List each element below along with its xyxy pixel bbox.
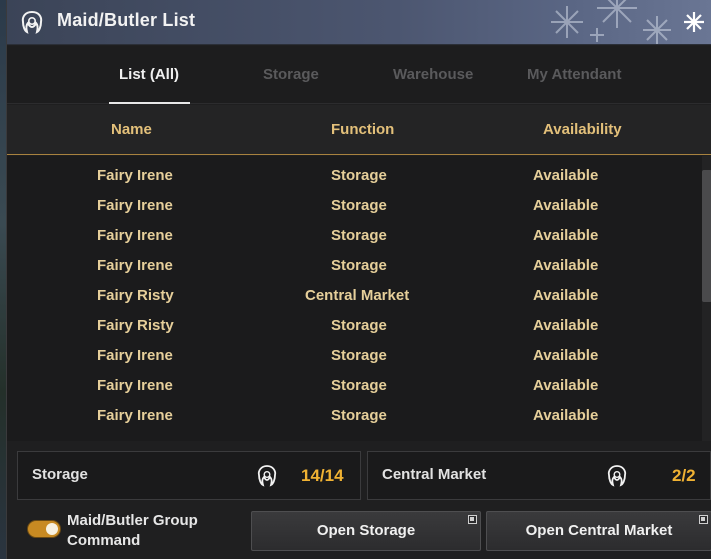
row-availability: Available — [533, 227, 599, 244]
toggle-knob — [46, 523, 58, 535]
row-name: Fairy Irene — [97, 407, 173, 424]
row-function: Storage — [331, 227, 387, 244]
market-summary-panel: Central Market 2/2 — [367, 451, 711, 500]
tab-my-attendant[interactable]: My Attendant — [527, 66, 621, 83]
row-availability: Available — [533, 317, 599, 334]
market-summary-label: Central Market — [382, 466, 487, 483]
storage-summary-label: Storage — [32, 466, 88, 483]
open-central-market-button[interactable]: Open Central Market — [486, 511, 711, 551]
row-name: Fairy Irene — [97, 347, 173, 364]
table-row[interactable]: Fairy Risty Central Market Available — [7, 281, 697, 311]
row-function: Storage — [331, 317, 387, 334]
tab-list-all[interactable]: List (All) — [119, 66, 179, 83]
table-row[interactable]: Fairy Irene Storage Available — [7, 251, 697, 281]
group-command-label: Maid/Butler Group Command — [67, 511, 227, 551]
maid-icon — [21, 10, 43, 34]
maid-list: Fairy Irene Storage Available Fairy Iren… — [7, 156, 711, 441]
table-row[interactable]: Fairy Irene Storage Available — [7, 221, 697, 251]
window-title: Maid/Butler List — [57, 10, 196, 30]
close-icon[interactable] — [680, 8, 708, 36]
column-header-function[interactable]: Function — [331, 121, 394, 138]
table-row[interactable]: Fairy Irene Storage Available — [7, 341, 697, 371]
row-name: Fairy Risty — [97, 317, 174, 334]
expand-icon — [468, 515, 477, 524]
tab-warehouse[interactable]: Warehouse — [393, 66, 473, 83]
tab-storage[interactable]: Storage — [263, 66, 319, 83]
storage-summary-panel: Storage 14/14 — [17, 451, 361, 500]
scrollbar-thumb[interactable] — [702, 170, 711, 302]
group-command-label-line2: Command — [67, 532, 141, 549]
row-name: Fairy Irene — [97, 227, 173, 244]
expand-icon — [699, 515, 708, 524]
row-name: Fairy Risty — [97, 287, 174, 304]
row-function: Storage — [331, 257, 387, 274]
table-row[interactable]: Fairy Irene Storage Available — [7, 161, 697, 191]
row-name: Fairy Irene — [97, 257, 173, 274]
maid-butler-window: Maid/Butler List List (All) Storage Ware… — [6, 0, 711, 559]
row-name: Fairy Irene — [97, 377, 173, 394]
row-function: Central Market — [305, 287, 410, 304]
row-availability: Available — [533, 197, 599, 214]
table-row[interactable]: Fairy Irene Storage Available — [7, 371, 697, 401]
row-availability: Available — [533, 347, 599, 364]
storage-count: 14/14 — [301, 466, 344, 485]
column-header-availability[interactable]: Availability — [543, 121, 622, 138]
tab-bar: List (All) Storage Warehouse My Attendan… — [7, 46, 711, 104]
column-header-name[interactable]: Name — [111, 121, 152, 138]
active-tab-indicator — [109, 102, 190, 104]
row-availability: Available — [533, 257, 599, 274]
table-row[interactable]: Fairy Irene Storage Available — [7, 401, 697, 431]
maid-icon — [607, 465, 627, 487]
market-count: 2/2 — [672, 466, 696, 485]
group-command-toggle[interactable] — [27, 520, 61, 538]
table-row[interactable]: Fairy Irene Storage Available — [7, 191, 697, 221]
group-command-label-line1: Maid/Butler Group — [67, 512, 198, 529]
row-function: Storage — [331, 197, 387, 214]
row-availability: Available — [533, 377, 599, 394]
row-availability: Available — [533, 407, 599, 424]
row-function: Storage — [331, 407, 387, 424]
table-row[interactable]: Fairy Risty Storage Available — [7, 311, 697, 341]
row-availability: Available — [533, 167, 599, 184]
open-storage-button[interactable]: Open Storage — [251, 511, 481, 551]
open-storage-label: Open Storage — [316, 522, 416, 539]
row-function: Storage — [331, 377, 387, 394]
titlebar[interactable]: Maid/Butler List — [7, 0, 711, 45]
table-header: Name Function Availability — [7, 105, 711, 155]
open-central-market-label: Open Central Market — [525, 522, 673, 539]
maid-icon — [257, 465, 277, 487]
row-name: Fairy Irene — [97, 167, 173, 184]
row-function: Storage — [331, 167, 387, 184]
row-name: Fairy Irene — [97, 197, 173, 214]
row-availability: Available — [533, 287, 599, 304]
row-function: Storage — [331, 347, 387, 364]
